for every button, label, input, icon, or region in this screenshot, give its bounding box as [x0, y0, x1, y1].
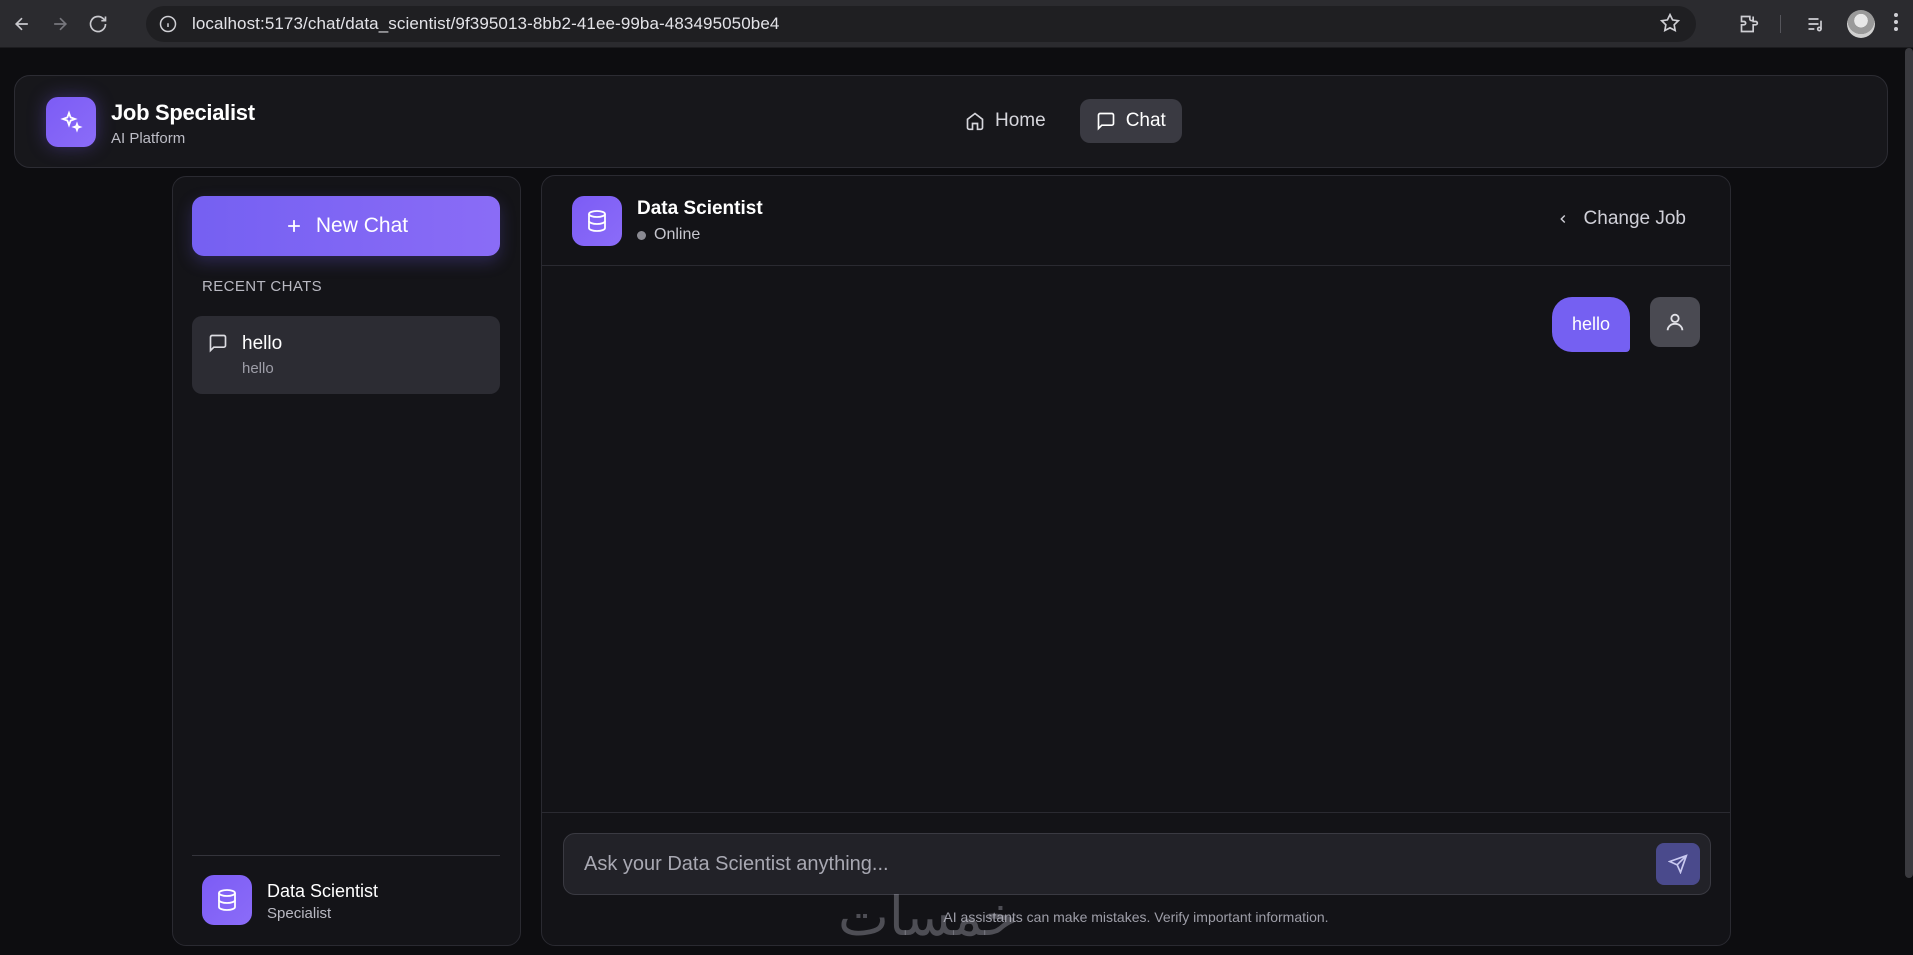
status-text: Online	[654, 226, 701, 243]
database-icon	[572, 196, 622, 246]
watermark: خمسات	[838, 885, 1019, 948]
recent-chat-item[interactable]: hello hello	[192, 316, 500, 394]
brand-title: Job Specialist	[111, 100, 255, 125]
chevron-left-icon	[1559, 215, 1565, 223]
message-bubble: hello	[1551, 297, 1630, 352]
profile-avatar[interactable]	[1847, 10, 1875, 38]
status-dot	[637, 230, 646, 240]
toolbar-separator	[1780, 15, 1781, 33]
user-message: hello	[1551, 297, 1700, 352]
bookmark-star-icon[interactable]	[1659, 12, 1681, 38]
ai-disclaimer: AI assistants can make mistakes. Verify …	[943, 909, 1329, 925]
browser-menu-icon[interactable]	[1893, 12, 1899, 37]
send-icon	[1668, 854, 1688, 874]
brand-subtitle: AI Platform	[111, 130, 186, 147]
new-chat-button[interactable]: New Chat	[192, 196, 500, 256]
extensions-icon[interactable]	[1732, 7, 1766, 41]
specialist-name: Data Scientist	[267, 881, 379, 901]
composer: AI assistants can make mistakes. Verify …	[542, 812, 1730, 945]
media-controls-icon[interactable]	[1799, 7, 1833, 41]
home-icon	[966, 112, 984, 131]
job-title: Data Scientist	[637, 198, 763, 219]
sidebar-divider	[192, 855, 500, 856]
address-url[interactable]: localhost:5173/chat/data_scientist/9f395…	[192, 14, 779, 34]
user-icon	[1650, 297, 1700, 347]
message-input[interactable]	[563, 833, 1711, 895]
specialist-role: Specialist	[267, 905, 332, 922]
address-bar[interactable]: localhost:5173/chat/data_scientist/9f395…	[146, 6, 1696, 42]
message-square-icon	[1097, 112, 1115, 131]
tab-chat-label: Chat	[1125, 110, 1166, 131]
forward-button[interactable]	[44, 8, 76, 40]
app-header: Job Specialist AI Platform Home Chat	[14, 75, 1888, 168]
recent-chats-heading: RECENT CHATS	[202, 278, 323, 295]
change-job-button[interactable]: Change Job	[1556, 208, 1686, 230]
plus-icon	[288, 220, 300, 232]
site-info-icon[interactable]	[156, 12, 180, 36]
recent-chat-preview: hello	[242, 360, 274, 377]
main-nav: Home Chat	[949, 99, 1182, 143]
recent-chat-title: hello	[242, 333, 283, 354]
page-scrollbar[interactable]	[1905, 48, 1913, 878]
send-button[interactable]	[1656, 843, 1700, 885]
change-job-label: Change Job	[1583, 208, 1686, 229]
status-indicator: Online	[637, 226, 700, 244]
message-square-icon	[208, 333, 228, 358]
chat-sidebar: New Chat RECENT CHATS hello hello Data S…	[172, 176, 521, 946]
tab-home[interactable]: Home	[949, 99, 1062, 143]
arrow-right-icon	[54, 17, 68, 30]
new-chat-label: New Chat	[315, 214, 409, 237]
tab-home-label: Home	[995, 110, 1046, 131]
back-button[interactable]	[6, 8, 38, 40]
database-icon	[202, 875, 252, 925]
chat-panel: Data Scientist Online Change Job hello A…	[541, 175, 1731, 946]
reload-icon	[89, 15, 107, 32]
sparkles-icon	[46, 97, 96, 147]
tab-chat[interactable]: Chat	[1079, 99, 1182, 143]
chat-header: Data Scientist Online Change Job	[542, 176, 1730, 266]
arrow-left-icon	[14, 17, 28, 30]
browser-toolbar: localhost:5173/chat/data_scientist/9f395…	[0, 0, 1913, 48]
reload-button[interactable]	[82, 8, 114, 40]
